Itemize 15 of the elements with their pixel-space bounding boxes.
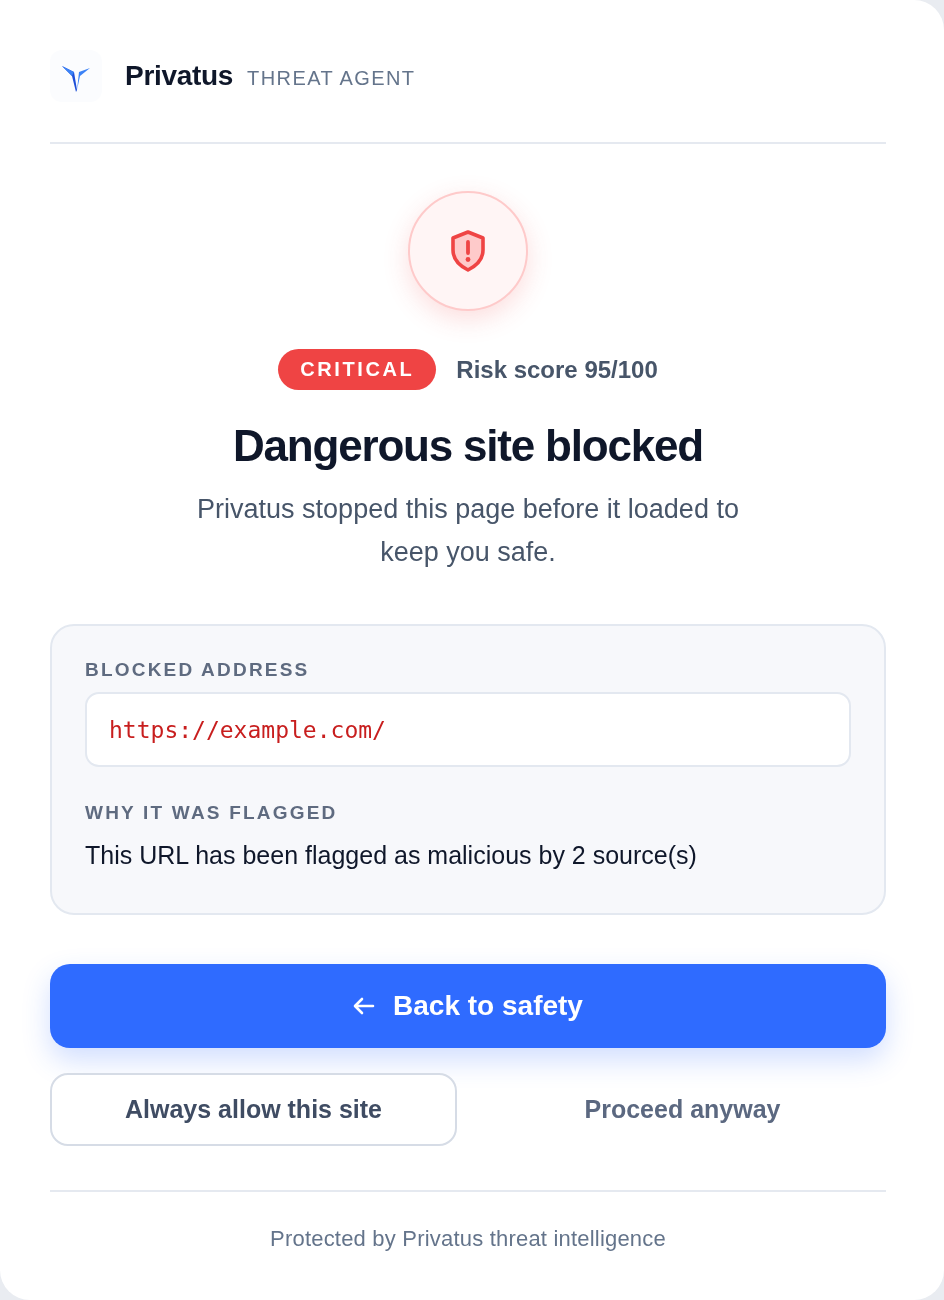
severity-badge: CRITICAL (278, 349, 437, 390)
arrow-left-icon (353, 997, 376, 1015)
alert-title: Dangerous site blocked (233, 420, 703, 472)
brand-name: Privatus (125, 60, 234, 92)
allow-site-button[interactable]: Always allow this site (50, 1073, 457, 1146)
blocked-address-label: BLOCKED ADDRESS (85, 658, 311, 682)
reason-label: WHY IT WAS FLAGGED (85, 801, 339, 825)
risk-score: Risk score 95/100 (456, 355, 658, 384)
url-display: https://example.com/ (85, 692, 851, 767)
back-button[interactable]: Back to safety (50, 964, 886, 1048)
product-name: THREAT AGENT (247, 66, 416, 90)
reason-text: This URL has been flagged as malicious by 2 source(s) (85, 840, 698, 871)
alert-message: Privatus stopped this page before it loaded to keep you safe. (196, 493, 740, 569)
proceed-button[interactable]: Proceed anyway (578, 1091, 787, 1128)
footer-note: Protected by Privatus threat intelligence (270, 1226, 666, 1252)
